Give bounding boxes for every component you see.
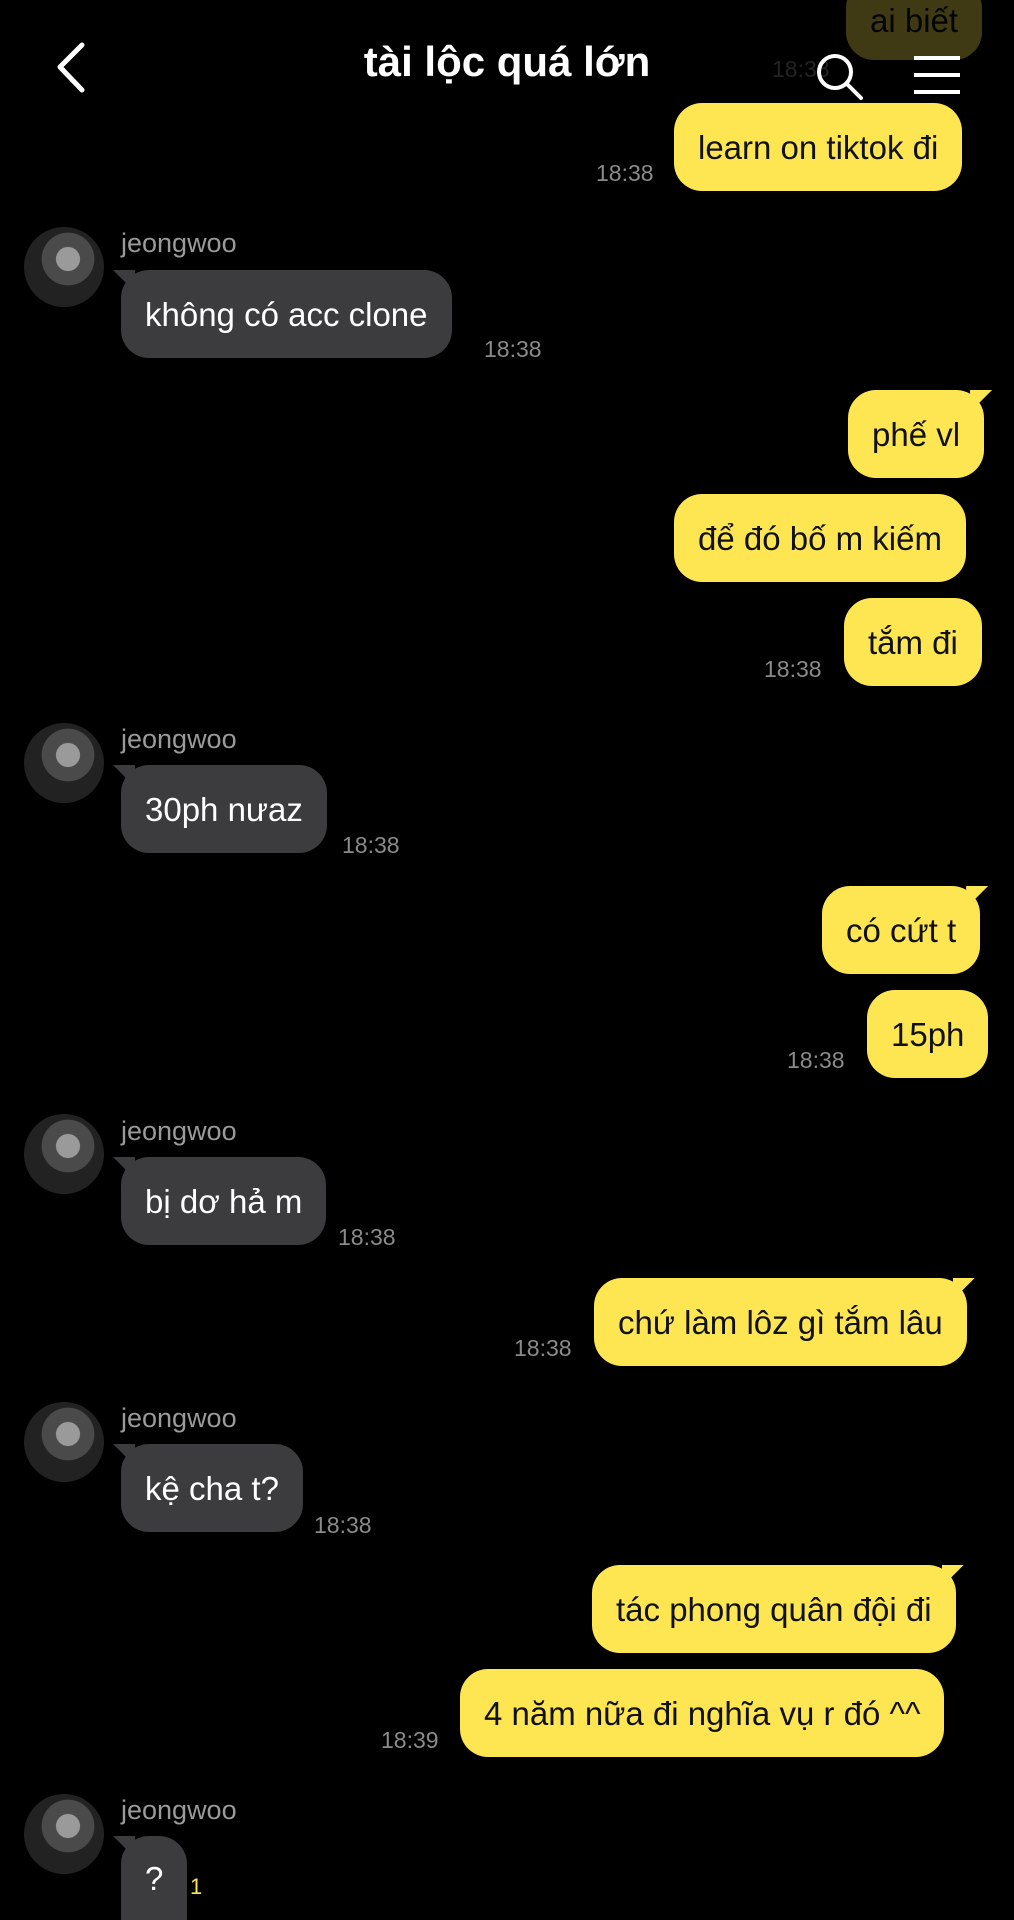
message-text: 4 năm nữa đi nghĩa vụ r đó ^^	[484, 1694, 921, 1732]
avatar[interactable]	[24, 227, 104, 307]
message-bubble-sent[interactable]: 15ph	[867, 990, 989, 1078]
message-bubble-received[interactable]: không có acc clone	[121, 270, 452, 358]
message-bubble-sent[interactable]: 4 năm nữa đi nghĩa vụ r đó ^^	[460, 1669, 945, 1757]
message-time: 18:38	[787, 1047, 845, 1073]
message-text: phế vl	[872, 415, 961, 453]
sender-name: jeongwoo	[121, 228, 237, 258]
message-text: bị dơ hả m	[145, 1182, 303, 1220]
message-bubble-sent[interactable]: tác phong quân đội đi	[592, 1565, 956, 1653]
message-bubble-sent[interactable]: để đó bố m kiếm	[674, 494, 966, 582]
sender-name: jeongwoo	[121, 1403, 237, 1433]
message-text: chứ làm lôz gì tắm lâu	[618, 1303, 943, 1341]
message-text: tắm đi	[868, 623, 958, 661]
menu-icon[interactable]	[912, 54, 962, 96]
avatar[interactable]	[24, 1402, 104, 1482]
message-text: để đó bố m kiếm	[698, 519, 942, 557]
message-text: kệ cha t?	[145, 1469, 279, 1507]
message-time: 18:38	[514, 1335, 572, 1361]
message-text: tác phong quân đội đi	[616, 1590, 932, 1628]
sender-name: jeongwoo	[121, 724, 237, 754]
avatar[interactable]	[24, 1114, 104, 1194]
avatar[interactable]	[24, 723, 104, 803]
message-time: 18:38	[338, 1224, 396, 1250]
message-bubble-received[interactable]: ?	[121, 1836, 188, 1920]
message-time: 18:38	[314, 1512, 372, 1538]
message-time: 18:38	[342, 832, 400, 858]
message-time: 18:39	[381, 1727, 439, 1753]
message-time: 18:38	[764, 656, 822, 682]
message-bubble-sent[interactable]: phế vl	[848, 390, 985, 478]
message-text: 30ph nưaz	[145, 790, 303, 828]
unread-count: 1	[190, 1874, 203, 1899]
avatar[interactable]	[24, 1794, 104, 1874]
message-time: 18:38	[596, 160, 654, 186]
sender-name: jeongwoo	[121, 1116, 237, 1146]
message-text: ?	[145, 1859, 164, 1897]
message-bubble-sent[interactable]: có cứt t	[822, 886, 981, 974]
message-text: 15ph	[891, 1015, 965, 1053]
search-icon[interactable]	[815, 52, 865, 102]
message-time: 18:38	[484, 336, 542, 362]
message-text: learn on tiktok đi	[698, 128, 939, 166]
message-text: có cứt t	[846, 911, 957, 949]
message-bubble-received[interactable]: kệ cha t?	[121, 1444, 303, 1532]
message-bubble-received[interactable]: 30ph nưaz	[121, 765, 327, 853]
message-bubble-sent[interactable]: chứ làm lôz gì tắm lâu	[594, 1278, 967, 1366]
message-bubble-sent[interactable]: tắm đi	[844, 598, 982, 686]
sender-name: jeongwoo	[121, 1795, 237, 1825]
chat-header: tài lộc quá lớn	[0, 0, 1014, 135]
message-bubble-received[interactable]: bị dơ hả m	[121, 1157, 327, 1245]
message-text: không có acc clone	[145, 295, 428, 333]
